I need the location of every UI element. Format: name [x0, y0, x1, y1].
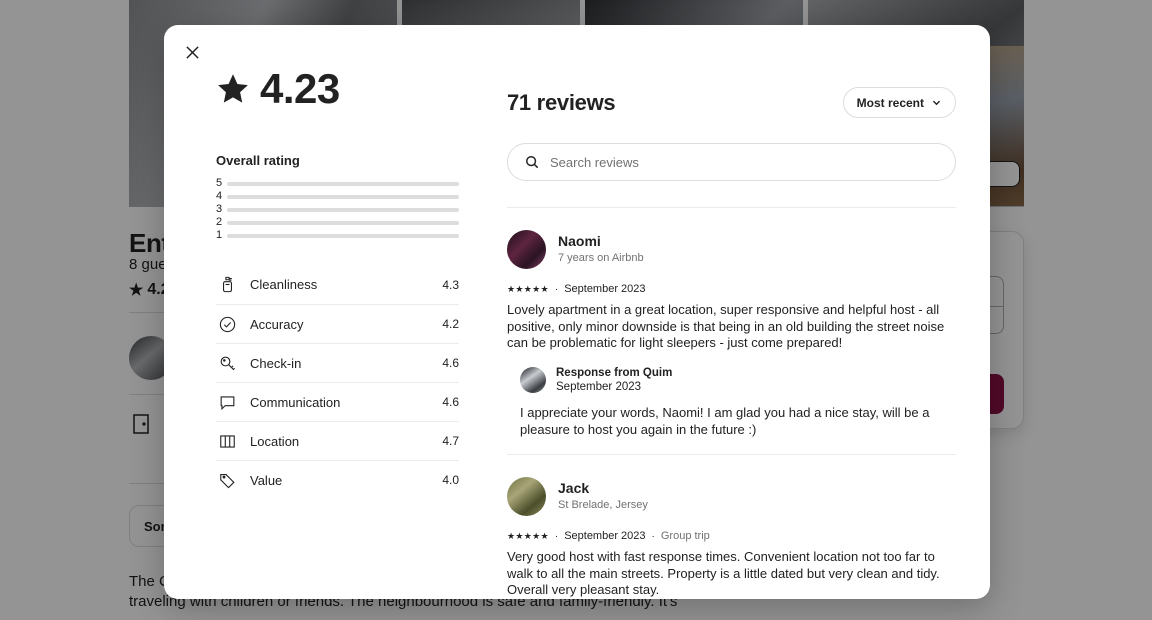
- chevron-down-icon: [932, 100, 941, 106]
- search-input[interactable]: [550, 154, 938, 170]
- category-row-cleanliness: Cleanliness 4.3: [216, 265, 459, 304]
- review-date: September 2023: [564, 530, 646, 543]
- meta-separator: ·: [554, 283, 559, 295]
- distribution-row: 4: [216, 190, 459, 203]
- check-circle-icon: [216, 313, 238, 335]
- overall-rating-label: Overall rating: [216, 153, 300, 168]
- reviewer-name: Naomi: [558, 233, 601, 250]
- host-response-title: Response from Quim: [556, 366, 673, 379]
- distribution-star-label: 4: [216, 190, 223, 202]
- distribution-track: [227, 220, 459, 225]
- rating-distribution: 5 4 3 2 1: [216, 177, 459, 242]
- ratings-summary-pane: 4.23 Overall rating 5 4 3 2 1 Cleanlines…: [164, 25, 494, 599]
- host-response-text: I appreciate your words, Naomi! I am gla…: [520, 405, 930, 437]
- host-response-header: Response from Quim September 2023: [520, 366, 956, 396]
- reviews-header: 71 reviews Most recent: [507, 87, 956, 118]
- reviewer-name: Jack: [558, 480, 590, 497]
- modal-body: 4.23 Overall rating 5 4 3 2 1 Cleanlines…: [164, 25, 990, 599]
- category-row-communication: Communication 4.6: [216, 382, 459, 421]
- category-value: 4.6: [442, 356, 459, 370]
- category-label: Communication: [250, 394, 341, 410]
- search-icon: [526, 156, 539, 169]
- overall-score-value: 4.23: [260, 65, 340, 112]
- review-item: Jack St Brelade, Jersey ★★★★★ · Septembe…: [507, 454, 956, 599]
- category-ratings: Cleanliness 4.3 Accuracy 4.2 Check-in 4.…: [216, 265, 459, 499]
- avatar: [507, 477, 546, 517]
- meta-separator-2: ·: [651, 530, 655, 542]
- host-response-date: September 2023: [556, 381, 642, 394]
- category-label: Value: [250, 472, 283, 488]
- trip-type: Group trip: [660, 530, 710, 543]
- distribution-track: [227, 181, 459, 186]
- distribution-row: 5: [216, 177, 459, 190]
- close-icon[interactable]: [178, 38, 206, 66]
- review-text: Lovely apartment in a great location, su…: [507, 302, 945, 350]
- category-row-accuracy: Accuracy 4.2: [216, 304, 459, 343]
- reviews-list-pane: 71 reviews Most recent Search reviews Na…: [494, 25, 990, 599]
- distribution-row: 2: [216, 216, 459, 229]
- star-icon: [218, 74, 248, 103]
- star-rating: ★★★★★: [507, 283, 549, 294]
- category-value: 4.3: [442, 277, 459, 292]
- category-row-value: Value 4.0: [216, 460, 459, 499]
- search-reviews-box[interactable]: [507, 143, 956, 181]
- category-value: 4.7: [442, 434, 459, 448]
- sort-dropdown[interactable]: Most recent: [842, 87, 956, 118]
- review-meta-line: ★★★★★ · September 2023 · Group trip: [507, 530, 956, 542]
- category-value: 4.2: [442, 317, 459, 331]
- avatar: [520, 367, 546, 394]
- meta-separator: ·: [554, 530, 559, 542]
- star-rating: ★★★★★: [507, 530, 549, 541]
- distribution-track: [227, 207, 459, 212]
- distribution-star-label: 3: [216, 203, 223, 215]
- category-label: Cleanliness: [250, 277, 318, 292]
- sort-label: Most recent: [856, 95, 924, 110]
- reviewer-header[interactable]: Jack St Brelade, Jersey: [507, 477, 956, 517]
- key-icon: [216, 352, 238, 374]
- map-icon: [216, 430, 238, 452]
- reviews-modal: 4.23 Overall rating 5 4 3 2 1 Cleanlines…: [164, 25, 990, 599]
- review-item: Naomi 7 years on Airbnb ★★★★★ · Septembe…: [507, 207, 956, 438]
- reviewer-meta: 7 years on Airbnb: [558, 251, 644, 264]
- category-row-checkin: Check-in 4.6: [216, 343, 459, 382]
- distribution-track: [227, 194, 459, 199]
- host-response: Response from Quim September 2023 I appr…: [520, 366, 956, 439]
- review-meta-line: ★★★★★ · September 2023: [507, 283, 956, 295]
- distribution-star-label: 5: [216, 177, 223, 189]
- review-date: September 2023: [564, 283, 646, 295]
- spray-bottle-icon: [216, 274, 238, 296]
- category-value: 4.6: [442, 395, 459, 409]
- tag-icon: [216, 469, 238, 491]
- chat-bubble-icon: [216, 391, 238, 413]
- distribution-row: 3: [216, 203, 459, 216]
- category-label: Check-in: [250, 355, 302, 371]
- reviewer-header[interactable]: Naomi 7 years on Airbnb: [507, 230, 956, 269]
- category-label: Accuracy: [250, 316, 304, 332]
- category-value: 4.0: [442, 473, 459, 487]
- reviewer-meta: St Brelade, Jersey: [558, 498, 648, 511]
- review-text: Very good host with fast response times.…: [507, 549, 940, 598]
- distribution-star-label: 2: [216, 216, 223, 228]
- distribution-row: 1: [216, 229, 459, 242]
- close-glyph: [185, 45, 199, 59]
- avatar: [507, 230, 546, 269]
- category-label: Location: [250, 433, 300, 449]
- overall-score-block: 4.23: [216, 68, 494, 110]
- distribution-star-label: 1: [216, 229, 223, 241]
- reviews-count: 71 reviews: [507, 89, 616, 115]
- distribution-track: [227, 233, 459, 238]
- category-row-location: Location 4.7: [216, 421, 459, 460]
